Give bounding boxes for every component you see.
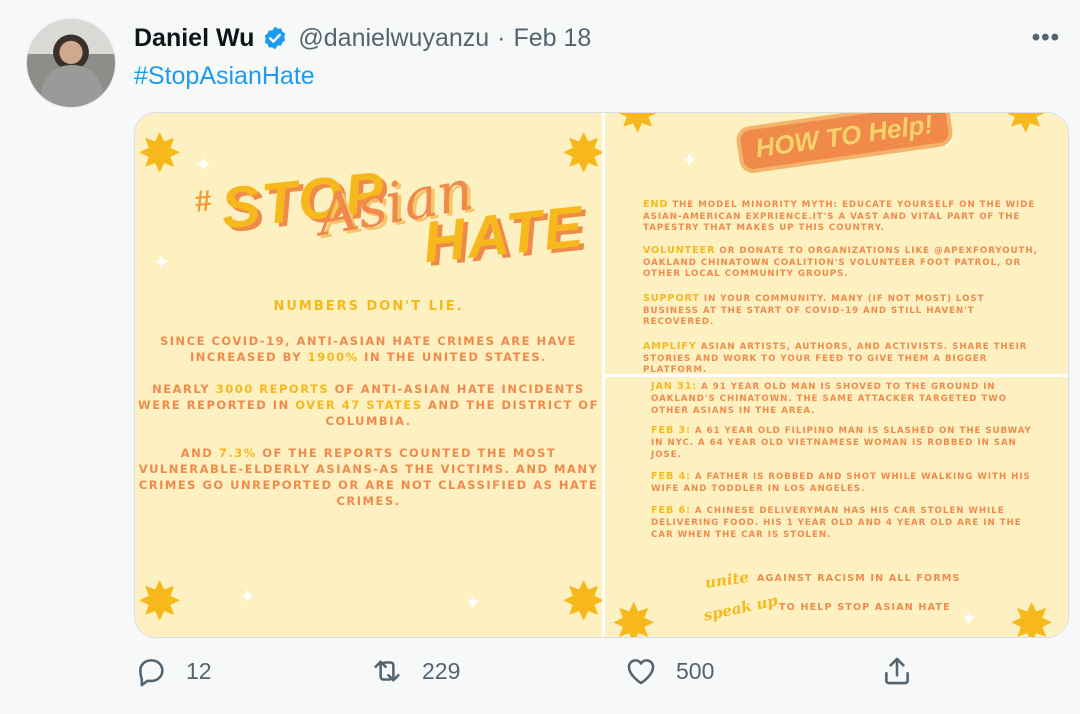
help-item: VOLUNTEER OR DONATE TO ORGANIZATIONS LIK…	[643, 245, 1038, 279]
hashtag-link[interactable]: #StopAsianHate	[134, 62, 315, 91]
author-handle[interactable]: @danielwuyanzu	[298, 24, 489, 53]
sunburst-icon: ✸	[615, 113, 661, 144]
sunburst-icon: ✸	[1003, 113, 1049, 144]
separator: ·	[497, 23, 506, 52]
help-item: AMPLIFY ASIAN ARTISTS, AUTHORS, AND ACTI…	[643, 341, 1028, 374]
sparkle-icon: ✦	[195, 154, 212, 176]
sparkle-icon: ✦	[153, 252, 170, 274]
sparkle-icon: ✦	[239, 586, 256, 608]
poster-how-to-help: ✸ ✸ ✦ ✦ HOW TO Help! END THE MODEL MINOR…	[605, 113, 1068, 374]
heart-icon	[627, 659, 655, 685]
event-item: JAN 31: A 91 YEAR OLD MAN IS SHOVED TO T…	[651, 381, 1008, 416]
verified-badge-icon	[262, 25, 288, 51]
tweet-date[interactable]: Feb 18	[514, 24, 592, 53]
poster-stop-asian-hate: ✸ ✸ ✸ ✸ ✦ ✦ ✦ ✦ ✦ # STOP Asian HATE NUMB…	[135, 113, 602, 637]
sunburst-icon: ✸	[561, 572, 602, 632]
reply-icon	[139, 659, 164, 687]
tweet-header: Daniel Wu @danielwuyanzu · Feb 18	[134, 20, 591, 56]
like-count: 500	[676, 657, 715, 684]
how-to-help-title: HOW TO Help!	[739, 113, 950, 171]
tweet-actions: 12 229 500	[0, 650, 1080, 700]
sunburst-icon: ✸	[1009, 594, 1055, 638]
help-item: END THE MODEL MINORITY MYTH: EDUCATE YOU…	[643, 199, 1036, 233]
sparkle-icon: ✦	[465, 592, 482, 614]
sunburst-icon: ✸	[137, 124, 183, 184]
tweet-media[interactable]: ✸ ✸ ✸ ✸ ✦ ✦ ✦ ✦ ✦ # STOP Asian HATE NUMB…	[134, 112, 1069, 638]
poster-events: ✸ ✸ ✦ JAN 31: A 91 YEAR OLD MAN IS SHOVE…	[605, 377, 1068, 638]
author-name[interactable]: Daniel Wu	[134, 24, 254, 53]
poster-paragraph-3: AND 7.3% OF THE REPORTS COUNTED THE MOST…	[138, 446, 599, 508]
sparkle-icon: ✦	[961, 608, 978, 630]
like-action[interactable]: 500	[624, 654, 714, 688]
sunburst-icon: ✸	[137, 572, 183, 632]
poster-hash: #	[193, 184, 214, 219]
retweet-count: 229	[422, 657, 461, 684]
poster-paragraph-2: NEARLY 3000 REPORTS OF ANTI-ASIAN HATE I…	[138, 382, 599, 428]
unite-text: AGAINST RACISM IN ALL FORMS	[757, 573, 961, 584]
sunburst-icon: ✸	[561, 124, 602, 184]
share-action[interactable]	[880, 654, 914, 688]
more-options-icon[interactable]: •••	[1032, 24, 1060, 52]
sparkle-icon: ✦	[681, 150, 698, 172]
speak-up-text: TO HELP STOP ASIAN HATE	[779, 602, 951, 613]
help-item: SUPPORT IN YOUR COMMUNITY. MANY (IF NOT …	[643, 293, 985, 327]
sunburst-icon: ✸	[611, 594, 657, 638]
unite-script: unite	[703, 568, 751, 592]
avatar-figure	[41, 65, 103, 107]
avatar[interactable]	[26, 18, 116, 108]
tweet[interactable]: Daniel Wu @danielwuyanzu · Feb 18 ••• #S…	[0, 0, 1080, 714]
event-item: FEB 6: A CHINESE DELIVERYMAN HAS HIS CAR…	[651, 505, 1022, 540]
reply-action[interactable]: 12	[134, 654, 212, 688]
retweet-action[interactable]: 229	[370, 654, 460, 688]
retweet-icon	[374, 660, 400, 682]
event-item: FEB 3: A 61 YEAR OLD FILIPINO MAN IS SLA…	[651, 425, 1032, 460]
speak-up-script: speak up	[701, 591, 780, 625]
poster-paragraph-1: SINCE COVID-19, ANTI-ASIAN HATE CRIMES A…	[160, 334, 577, 364]
poster-numbers-heading: NUMBERS DON'T LIE.	[273, 299, 464, 314]
reply-count: 12	[186, 657, 212, 684]
event-item: FEB 4: A FATHER IS ROBBED AND SHOT WHILE…	[651, 471, 1031, 494]
share-icon	[885, 657, 909, 685]
